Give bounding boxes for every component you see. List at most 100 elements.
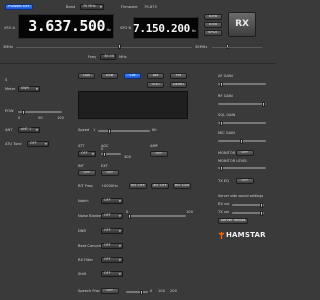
text-panel[interactable]	[78, 91, 188, 119]
monitor-button[interactable]: OFF	[236, 150, 254, 156]
mode-text-button[interactable]: TEXT	[147, 82, 164, 88]
mode-am-button[interactable]: AM	[147, 73, 164, 79]
speed-slider[interactable]	[98, 128, 150, 134]
amp-button[interactable]: OFF	[150, 151, 168, 157]
int-label: INT	[78, 164, 84, 168]
sql-gain-slider[interactable]	[218, 120, 266, 126]
att-label: ATT	[78, 144, 85, 148]
speech-proc-slider[interactable]	[126, 289, 148, 295]
tx-vol-label: TX vol	[218, 210, 230, 214]
vfo-a-display[interactable]: 3.637.500 Hz	[18, 14, 114, 39]
chevron-down-icon: ▼	[44, 141, 47, 146]
b-to-a-button[interactable]: A<B	[204, 22, 222, 28]
agc-slider[interactable]	[101, 151, 121, 157]
antenna-icon	[218, 232, 225, 239]
chevron-down-icon: ▼	[118, 213, 121, 218]
xit-off-button[interactable]: XIT OFF	[151, 183, 169, 189]
notch-label: Notch	[78, 199, 89, 203]
ant-select[interactable]: ANT 1 ▼	[18, 127, 40, 133]
rx-button[interactable]: RX	[228, 12, 256, 37]
chevron-down-icon: ▼	[118, 271, 121, 276]
dnr-value: OFF	[104, 228, 111, 233]
ext-button[interactable]: OFF	[101, 170, 119, 176]
rx-filter-label: RX Filter	[78, 258, 94, 262]
scale-min-label: 3MHz	[3, 45, 13, 49]
rit-off-button[interactable]: RIT OFF	[129, 183, 147, 189]
band-select[interactable]: 70 MHz ▼	[80, 4, 104, 10]
meter-select[interactable]: SWR ▼	[18, 86, 40, 92]
rit-clear-button[interactable]: RIT CLR	[173, 183, 191, 189]
af-gain-label: AF GAIN	[218, 74, 233, 78]
mode-cw-button[interactable]: CW	[124, 73, 141, 79]
freq-input-value: 30.00	[104, 54, 114, 59]
speed-min: 1	[93, 128, 96, 132]
frequency-scale[interactable]	[16, 47, 192, 48]
shift-select[interactable]: OFF ▼	[101, 271, 123, 277]
rx-vol-knob[interactable]	[260, 202, 263, 208]
af-gain-knob[interactable]	[220, 81, 223, 87]
rx-filter-select[interactable]: OFF ▼	[101, 257, 123, 263]
band-label: Band	[66, 5, 76, 9]
header-divider	[0, 63, 276, 64]
vfo-b-label: VFO B	[120, 26, 131, 30]
int-button[interactable]: OFF	[78, 170, 96, 176]
freq-input-label: Freq	[88, 55, 96, 59]
meter-value: SWR	[21, 86, 29, 91]
mode-fm-button[interactable]: FM	[170, 73, 187, 79]
att-select[interactable]: OFF ▼	[78, 151, 96, 157]
noise-blanker-slider[interactable]	[128, 213, 186, 219]
amp-label: AMP	[150, 144, 158, 148]
monitor-level-knob[interactable]	[220, 165, 223, 171]
server-reboot-button[interactable]: Server reboot	[218, 218, 248, 224]
rf-gain-knob[interactable]	[262, 101, 265, 107]
pow-slider[interactable]	[18, 109, 62, 115]
mic-gain-knob[interactable]	[240, 138, 243, 144]
right-scale-line	[212, 47, 262, 48]
agc-tick-300: 300	[124, 155, 131, 159]
beat-canceler-select[interactable]: OFF ▼	[101, 243, 123, 249]
vfo-b-unit: Hz	[191, 29, 196, 33]
tx-vol-slider[interactable]	[232, 210, 264, 216]
chevron-down-icon: ▼	[35, 86, 38, 91]
mic-gain-label: MIC GAIN	[218, 131, 235, 135]
rf-gain-label: RF GAIN	[218, 94, 233, 98]
af-gain-slider[interactable]	[218, 81, 266, 87]
ant-label: ANT	[5, 128, 13, 132]
power-button[interactable]: POWER OFF	[5, 4, 33, 10]
rx-vol-label: RX vol	[218, 202, 230, 206]
tx-vol-knob[interactable]	[260, 210, 263, 216]
beat-canceler-label: Beat Canceler	[78, 244, 104, 248]
monitor-level-slider[interactable]	[218, 165, 266, 171]
dnr-select[interactable]: OFF ▼	[101, 228, 123, 234]
atu-select[interactable]: OFF ▼	[27, 141, 49, 147]
sql-gain-label: SQL GAIN	[218, 113, 236, 117]
proc-tick-200: 200	[170, 289, 177, 293]
mode-demo-button[interactable]: DEMO	[170, 82, 187, 88]
a-to-b-button[interactable]: A>B	[204, 14, 222, 20]
mode-lsb-button[interactable]: LSB	[78, 73, 95, 79]
vfo-b-display[interactable]: 7.150.200 Hz	[133, 17, 199, 39]
speed-slider-knob[interactable]	[108, 128, 111, 134]
notch-select[interactable]: OFF ▼	[101, 198, 123, 204]
rx-vol-slider[interactable]	[232, 202, 264, 208]
pow-slider-knob[interactable]	[22, 109, 25, 115]
tx-eq-button[interactable]: OFF	[236, 178, 254, 184]
noise-blanker-select[interactable]: OFF ▼	[101, 213, 123, 219]
noise-blanker-knob[interactable]	[128, 213, 131, 219]
mic-gain-slider[interactable]	[218, 138, 266, 144]
speech-proc-knob[interactable]	[140, 289, 143, 295]
proc-tick-100: 100	[158, 289, 165, 293]
frequency-scale-knob[interactable]	[118, 44, 121, 49]
atu-value: OFF	[30, 141, 37, 146]
speech-proc-button[interactable]: OFF	[101, 288, 119, 294]
rf-gain-slider[interactable]	[218, 101, 266, 107]
atu-label: ATU Tune	[5, 142, 22, 146]
mode-usb-button[interactable]: USB	[101, 73, 118, 79]
sql-gain-knob[interactable]	[220, 120, 223, 126]
freq-input[interactable]: 30.00	[100, 54, 116, 60]
dnr-label: DNR	[78, 229, 86, 233]
band-value: 70 MHz	[83, 4, 96, 9]
pow-tick-100: 100	[57, 116, 64, 120]
split-button[interactable]: SPLIT	[204, 30, 222, 36]
agc-slider-knob[interactable]	[103, 151, 106, 157]
